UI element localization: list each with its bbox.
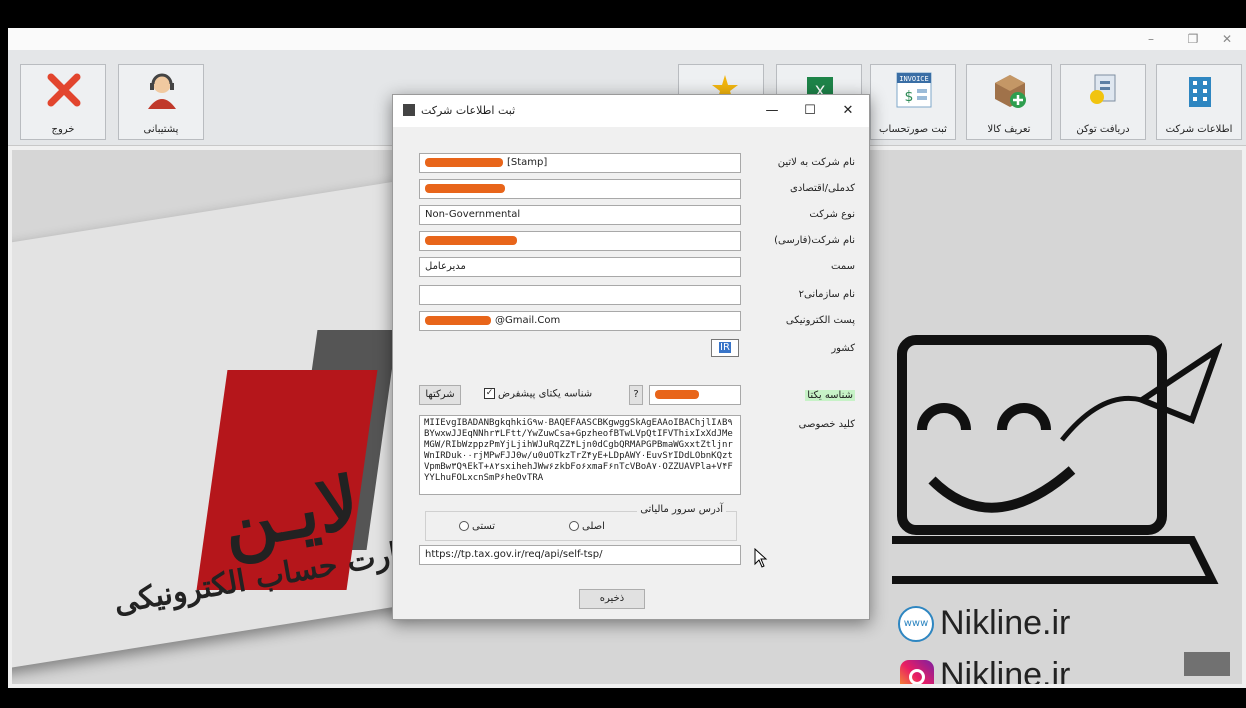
company-info-label: اطلاعات شرکت [1165, 124, 1233, 135]
window-icon [403, 104, 415, 116]
dialog-maximize-button[interactable]: ☐ [795, 101, 825, 121]
dialog-minimize-button[interactable]: — [757, 101, 787, 121]
tax-server-group: آدرس سرور مالیاتی اصلی تستی [425, 504, 737, 541]
companies-button[interactable]: شرکتها [419, 385, 461, 405]
video-letterbox-top [0, 0, 1246, 28]
country-field[interactable]: IR [711, 339, 739, 357]
email-field[interactable]: @Gmail.Com [419, 311, 741, 331]
tax-server-url-field[interactable]: https://tp.tax.gov.ir/req/api/self-tsp/ [419, 545, 741, 565]
instagram-icon [900, 660, 934, 684]
position-label: سمت [831, 261, 855, 272]
tax-server-label: آدرس سرور مالیاتی [637, 504, 726, 515]
register-invoice-label: ثبت صورتحساب [879, 124, 947, 135]
restore-button[interactable]: ❐ [1180, 30, 1206, 48]
svg-text:$: $ [905, 89, 914, 105]
country-label: کشور [831, 343, 855, 354]
video-letterbox-bottom [0, 688, 1246, 708]
redaction-mark [425, 183, 505, 193]
video-controls[interactable] [1184, 652, 1230, 676]
support-agent-icon [148, 73, 176, 109]
national-code-field[interactable] [419, 179, 741, 199]
redaction-mark [425, 315, 491, 325]
default-unique-id-label: شناسه یکتای پیشفرض [498, 388, 593, 400]
help-button[interactable]: ? [629, 385, 643, 405]
national-code-label: کدملی/اقتصادی [790, 183, 855, 194]
company-latin-field[interactable]: [Stamp] [419, 153, 741, 173]
website-text: Nikline.ir [940, 604, 1071, 642]
company-persian-field[interactable] [419, 231, 741, 251]
svg-text:INVOICE: INVOICE [899, 75, 929, 83]
globe-icon: www [898, 606, 934, 642]
unique-id-label: شناسه یکتا [805, 390, 855, 401]
checkbox-checked-icon[interactable]: ✓ [484, 388, 495, 399]
box-add-icon [995, 75, 1026, 108]
main-titlebar: – ❐ ✕ [8, 28, 1246, 50]
invoice-icon: INVOICE $ [896, 72, 932, 108]
test-server-radio[interactable]: تستی [456, 521, 495, 532]
company-type-field[interactable]: Non-Governmental [419, 205, 741, 225]
get-token-button[interactable]: دریافت توکن [1060, 64, 1146, 140]
support-label: پشتیبانی [143, 124, 179, 135]
position-field[interactable]: مدیرعامل [419, 257, 741, 277]
dialog-close-button[interactable]: ✕ [833, 101, 863, 121]
register-invoice-button[interactable]: INVOICE $ ثبت صورتحساب [870, 64, 956, 140]
company-persian-label: نام شرکت(فارسی) [774, 235, 855, 246]
dialog-titlebar: ثبت اطلاعات شرکت — ☐ ✕ [393, 95, 869, 127]
dialog-title: ثبت اطلاعات شرکت [421, 104, 516, 117]
building-icon [1189, 77, 1211, 107]
define-goods-label: تعریف کالا [987, 124, 1031, 135]
radio-icon[interactable] [569, 521, 579, 531]
redaction-mark [425, 157, 503, 167]
company-type-label: نوع شرکت [809, 209, 855, 220]
org-name2-field[interactable] [419, 285, 741, 305]
close-x-icon [47, 73, 81, 107]
get-token-label: دریافت توکن [1076, 124, 1130, 135]
mouse-cursor-icon [754, 548, 768, 568]
org-name2-label: نام سازمانی۲ [798, 289, 855, 300]
laptop-smiley-illustration [892, 335, 1222, 584]
main-server-radio[interactable]: اصلی [566, 521, 605, 532]
support-button[interactable]: پشتیبانی [118, 64, 204, 140]
exit-label: خروج [51, 124, 75, 135]
default-unique-id-checkbox-row[interactable]: شناسه یکتای پیشفرض✓ [481, 388, 592, 400]
save-button[interactable]: ذخیره [579, 589, 645, 609]
minimize-button[interactable]: – [1138, 30, 1164, 48]
private-key-label: کلید خصوصی [798, 419, 855, 430]
instagram-handle-text: Nikline.ir [940, 656, 1071, 684]
company-latin-label: نام شرکت به لاتین [777, 157, 855, 168]
email-label: پست الکترونیکی [785, 315, 855, 326]
company-info-dialog: ثبت اطلاعات شرکت — ☐ ✕ [Stamp] نام شرکت … [392, 94, 870, 620]
company-info-button[interactable]: اطلاعات شرکت [1156, 64, 1242, 140]
token-icon [1090, 74, 1116, 104]
exit-button[interactable]: خروج [20, 64, 106, 140]
redaction-mark [655, 389, 699, 399]
redaction-mark [425, 235, 517, 245]
private-key-textarea[interactable]: MIIEvgIBADANBgkqhkiG۹w۰BAQEFAASCBKgwggSk… [419, 415, 741, 495]
radio-icon[interactable] [459, 521, 469, 531]
close-window-button[interactable]: ✕ [1214, 30, 1240, 48]
define-goods-button[interactable]: تعریف کالا [966, 64, 1052, 140]
unique-id-field[interactable] [649, 385, 741, 405]
